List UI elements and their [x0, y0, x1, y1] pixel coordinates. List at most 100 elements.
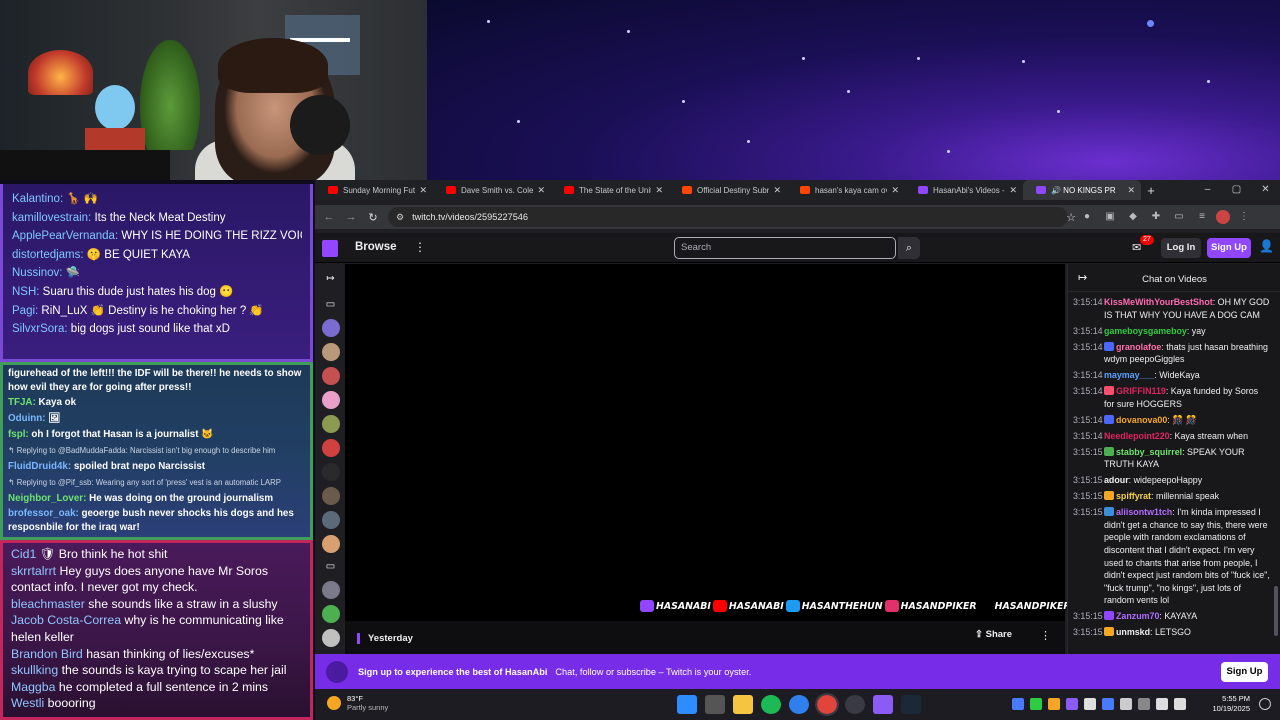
- user-icon[interactable]: 👤: [1259, 239, 1274, 253]
- browser-tab[interactable]: Sunday Morning Futu ✕: [315, 180, 433, 200]
- tray-icon[interactable]: [1066, 698, 1078, 710]
- channel-avatar[interactable]: [322, 415, 340, 433]
- banner-signup-button[interactable]: Sign Up: [1221, 662, 1268, 682]
- chat-username[interactable]: gameboysgameboy: [1104, 326, 1187, 336]
- chat-body: dovanova00: 🎊 🎊: [1104, 414, 1273, 427]
- extension-icon[interactable]: ●: [1078, 209, 1096, 225]
- volume-icon[interactable]: [1174, 698, 1186, 710]
- scrollbar-thumb[interactable]: [1274, 586, 1278, 636]
- chat-username[interactable]: KissMeWithYourBestShot: [1104, 297, 1213, 307]
- chrome-icon[interactable]: [815, 693, 839, 716]
- chat-username[interactable]: unmskd: [1116, 627, 1150, 637]
- search-input[interactable]: Search: [674, 237, 896, 259]
- tab-close-icon[interactable]: ✕: [1127, 185, 1135, 196]
- star: [1057, 110, 1060, 113]
- maximize-button[interactable]: ▢: [1222, 180, 1251, 200]
- back-arrow-icon[interactable]: ←: [318, 211, 340, 223]
- url-text[interactable]: twitch.tv/videos/2595227546: [412, 212, 528, 222]
- channel-avatar[interactable]: [322, 439, 340, 457]
- expand-rail-icon[interactable]: ↦: [324, 273, 337, 286]
- browser-tab[interactable]: Official Destiny Subre ✕: [669, 180, 787, 200]
- browser-tab[interactable]: Dave Smith vs. Colem ✕: [433, 180, 551, 200]
- bookmark-star-icon[interactable]: ☆: [1066, 211, 1076, 224]
- browser-tab[interactable]: HasanAbi's Videos - T ✕: [905, 180, 1023, 200]
- tab-close-icon[interactable]: ✕: [419, 185, 427, 196]
- channel-avatar[interactable]: [322, 343, 340, 361]
- file-explorer-icon[interactable]: [733, 695, 753, 714]
- share-button[interactable]: ⇪ Share: [975, 629, 1012, 640]
- minimize-button[interactable]: –: [1193, 180, 1222, 200]
- tab-close-icon[interactable]: ✕: [891, 185, 899, 196]
- channel-avatar[interactable]: [322, 319, 340, 337]
- tab-close-icon[interactable]: ✕: [773, 185, 781, 196]
- edge-icon[interactable]: [789, 695, 809, 714]
- chat-username[interactable]: adour: [1104, 475, 1129, 485]
- tray-icon[interactable]: [1138, 698, 1150, 710]
- forward-arrow-icon[interactable]: →: [340, 211, 362, 223]
- tray-icon[interactable]: [1030, 698, 1042, 710]
- puzzle-icon[interactable]: ✚: [1147, 209, 1165, 225]
- channel-avatar[interactable]: [322, 367, 340, 385]
- tray-icon[interactable]: [1120, 698, 1132, 710]
- extension-icon[interactable]: ▣: [1101, 209, 1119, 225]
- windows-start-icon[interactable]: [677, 695, 697, 714]
- spotify-icon[interactable]: [761, 695, 781, 714]
- channel-avatar[interactable]: [322, 463, 340, 481]
- channel-avatar[interactable]: [322, 511, 340, 529]
- more-options-icon[interactable]: ⋮: [1040, 629, 1051, 642]
- weather-widget[interactable]: 83°F Partly sunny: [327, 694, 388, 712]
- tab-close-icon[interactable]: ✕: [655, 185, 663, 196]
- chat-username[interactable]: maymay___: [1104, 370, 1154, 380]
- app-icon[interactable]: [873, 695, 893, 714]
- twitch-logo-icon[interactable]: [322, 240, 338, 257]
- channel-avatar[interactable]: [322, 605, 340, 623]
- channel-avatar[interactable]: [322, 391, 340, 409]
- chat-username[interactable]: Zanzum70: [1116, 611, 1159, 621]
- signup-button[interactable]: Sign Up: [1207, 238, 1251, 258]
- steam-icon[interactable]: [901, 695, 921, 714]
- tray-icon[interactable]: [1102, 698, 1114, 710]
- tab-close-icon[interactable]: ✕: [537, 185, 545, 196]
- extension-icon[interactable]: ◆: [1124, 209, 1142, 225]
- chat-username[interactable]: Needlepoint220: [1104, 431, 1170, 441]
- close-button[interactable]: ✕: [1251, 180, 1280, 200]
- tray-icon[interactable]: [1012, 698, 1024, 710]
- omnibox[interactable]: ⚙ twitch.tv/videos/2595227546 ☆: [388, 207, 1076, 227]
- video-player[interactable]: HASANABI HASANABI HASANTHEHUN HASANDPIKER HA…: [345, 264, 1071, 621]
- channel-avatar[interactable]: [322, 487, 340, 505]
- channel-avatar[interactable]: [322, 535, 340, 553]
- chat-username[interactable]: GRIFFIN119: [1116, 386, 1166, 396]
- wifi-icon[interactable]: [1156, 698, 1168, 710]
- menu-icon[interactable]: ⋮: [1235, 209, 1253, 225]
- browser-tab[interactable]: 🔊 NO KINGS PR ✕: [1023, 180, 1141, 200]
- app-icon[interactable]: [845, 695, 865, 714]
- chat-username[interactable]: stabby_squirrel: [1116, 447, 1182, 457]
- sidebar-icon[interactable]: ▭: [1170, 209, 1188, 225]
- media-icon[interactable]: ≡: [1193, 209, 1211, 225]
- site-info-icon[interactable]: ⚙: [396, 212, 404, 223]
- chat-username[interactable]: granolafoe: [1116, 342, 1161, 352]
- chat-username[interactable]: spiffyrat: [1116, 491, 1151, 501]
- chat-username[interactable]: aliisontw1tch: [1116, 507, 1172, 517]
- reload-icon[interactable]: ↻: [362, 211, 384, 224]
- tray-icon[interactable]: [1048, 698, 1060, 710]
- channel-avatar[interactable]: [322, 629, 340, 647]
- chat-message: 3:15:15 Zanzum70: KAYAYA: [1073, 610, 1273, 623]
- chat-scrollbar[interactable]: [1274, 296, 1278, 651]
- new-tab-button[interactable]: +: [1141, 180, 1161, 200]
- profile-avatar[interactable]: [1216, 210, 1230, 224]
- notification-icon[interactable]: [1259, 698, 1271, 710]
- channel-avatar[interactable]: [322, 581, 340, 599]
- collapse-chat-icon[interactable]: ↦: [1078, 271, 1087, 284]
- login-button[interactable]: Log In: [1161, 238, 1201, 258]
- tab-close-icon[interactable]: ✕: [1009, 185, 1017, 196]
- browse-link[interactable]: Browse: [355, 241, 397, 253]
- chat-username[interactable]: dovanova00: [1116, 415, 1167, 425]
- browser-tab[interactable]: The State of the Unite ✕: [551, 180, 669, 200]
- more-menu-icon[interactable]: ⋮: [414, 240, 426, 254]
- tray-icon[interactable]: [1084, 698, 1096, 710]
- task-view-icon[interactable]: [705, 695, 725, 714]
- search-icon[interactable]: ⌕: [898, 237, 920, 259]
- clock[interactable]: 5:55 PM 10/19/2025: [1212, 694, 1250, 714]
- browser-tab[interactable]: hasan's kaya cam ove ✕: [787, 180, 905, 200]
